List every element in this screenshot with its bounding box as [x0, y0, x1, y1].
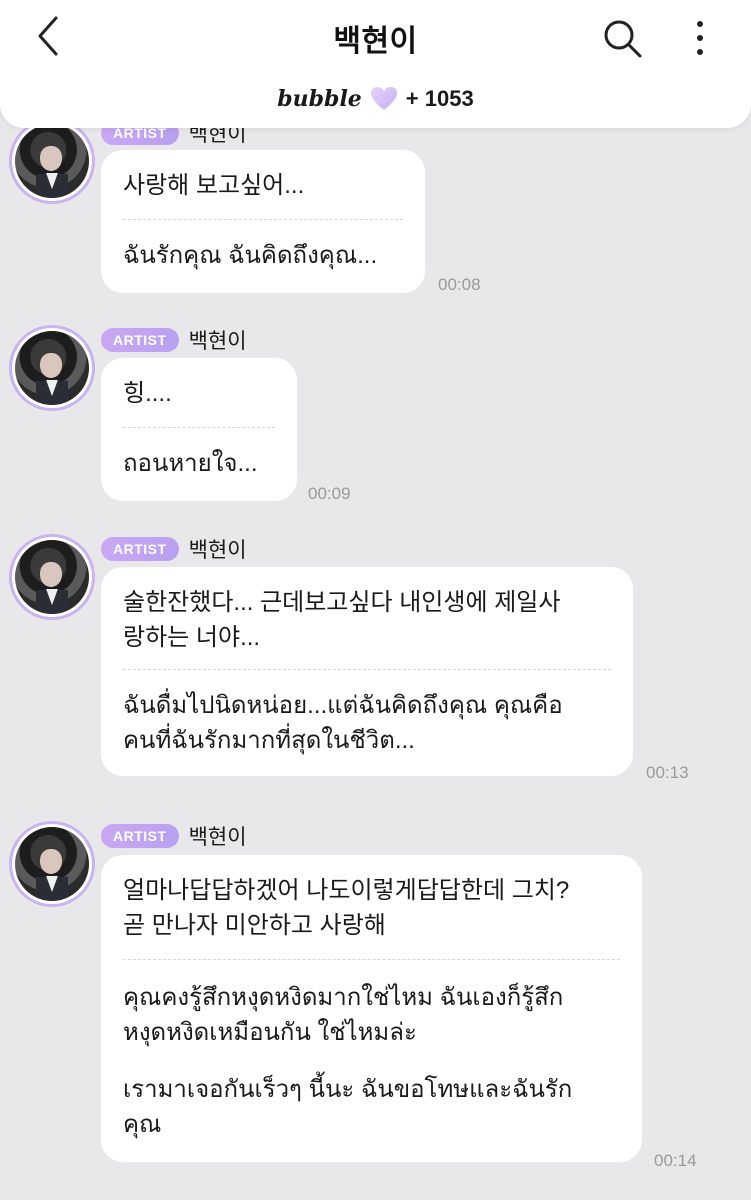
avatar[interactable]	[9, 325, 95, 411]
subscriber-count: + 1053	[405, 86, 474, 111]
message-time: 00:13	[646, 763, 689, 782]
artist-name: 백현이	[188, 330, 247, 353]
more-icon	[697, 21, 703, 55]
message-time: 00:09	[308, 484, 351, 503]
bubble-brand: bubble	[277, 86, 362, 112]
message-text: 힝....	[123, 380, 172, 407]
avatar[interactable]	[9, 118, 95, 204]
message-translation-line: คุณคงรู้สึกหงุดหงิดมากใช่ไหม ฉันเองก็รู้…	[123, 984, 564, 1011]
message-bubble[interactable]: 술한잔했다... 근데보고싶다 내인생에 제일사 랑하는 너야... ฉันดื…	[101, 567, 633, 776]
avatar[interactable]	[9, 534, 95, 620]
bubble-subscribers-bar: bubble + 1053	[0, 86, 751, 112]
artist-badge: ARTIST	[101, 824, 179, 848]
artist-name: 백현이	[188, 539, 247, 562]
message-time: 00:14	[654, 1151, 697, 1170]
more-options-button[interactable]	[684, 14, 716, 62]
message-text-line: 랑하는 너야...	[123, 624, 261, 651]
message-text-line: 술한잔했다... 근데보고싶다 내인생에 제일사	[123, 589, 561, 616]
artist-name: 백현이	[188, 826, 247, 849]
message-text-line: 곧 만나자 미안하고 사랑해	[123, 912, 386, 939]
search-icon	[604, 20, 642, 58]
message-translation-line: ฉันดื่มไปนิดหน่อย...แต่ฉันคิดถึงคุณ คุณค…	[123, 692, 563, 719]
message-time: 00:08	[438, 275, 481, 294]
artist-label-row: ARTIST 백현이	[101, 821, 247, 851]
message-text: 사랑해 보고싶어...	[123, 172, 305, 199]
message-translation-line: เรามาเจอกันเร็วๆ นี้นะ ฉันขอโทษและฉันรัก	[123, 1076, 573, 1103]
message-bubble[interactable]: 사랑해 보고싶어... ฉันรักคุณ ฉันคิดถึงคุณ...	[101, 150, 425, 293]
avatar[interactable]	[9, 821, 95, 907]
search-button[interactable]	[598, 14, 646, 62]
message-translation-line: คุณ	[123, 1111, 162, 1138]
message-translation: ฉันรักคุณ ฉันคิดถึงคุณ...	[123, 242, 378, 269]
message-text-line: 얼마나답답하겠어 나도이렇게답답한데 그치?	[123, 877, 570, 904]
chat-header: 백현이 bubble + 1053	[0, 0, 751, 128]
artist-badge: ARTIST	[101, 537, 179, 561]
message-translation-line: คนที่ฉันรักมากที่สุดในชีวิต...	[123, 727, 415, 754]
heart-icon	[370, 87, 397, 110]
message-bubble[interactable]: 얼마나답답하겠어 나도이렇게답답한데 그치? 곧 만나자 미안하고 사랑해 คุ…	[101, 855, 642, 1162]
artist-label-row: ARTIST 백현이	[101, 325, 247, 355]
artist-label-row: ARTIST 백현이	[101, 534, 247, 564]
message-translation: ถอนหายใจ...	[123, 450, 258, 477]
message-bubble[interactable]: 힝.... ถอนหายใจ...	[101, 358, 297, 501]
artist-badge: ARTIST	[101, 328, 179, 352]
message-translation-line: หงุดหงิดเหมือนกัน ใช่ไหมล่ะ	[123, 1019, 417, 1046]
